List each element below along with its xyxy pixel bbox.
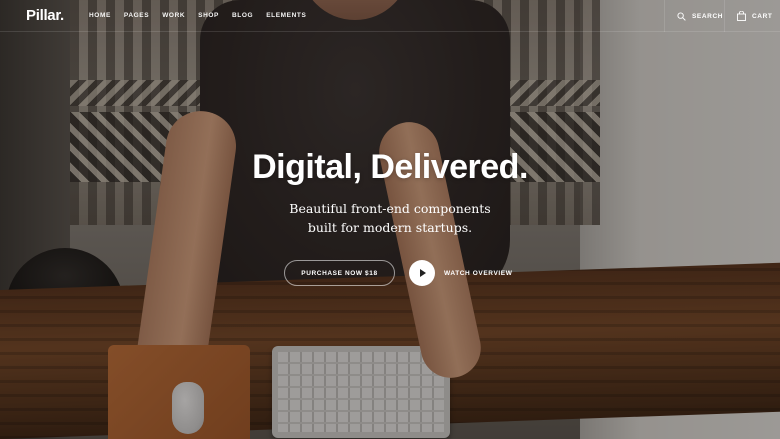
watch-overview-link[interactable]: WATCH OVERVIEW: [409, 259, 512, 287]
nav-item-shop[interactable]: SHOP: [198, 12, 219, 19]
main-menu: HOME PAGES WORK SHOP BLOG ELEMENTS: [89, 12, 319, 19]
nav-item-pages[interactable]: PAGES: [124, 12, 149, 19]
search-label: SEARCH: [692, 12, 724, 20]
nav-item-elements[interactable]: ELEMENTS: [266, 12, 306, 19]
cart-button[interactable]: CART: [724, 0, 780, 32]
purchase-button[interactable]: PURCHASE NOW $18: [284, 260, 395, 286]
bag-icon: [737, 11, 746, 21]
watch-overview-label: WATCH OVERVIEW: [444, 269, 513, 277]
nav-item-work[interactable]: WORK: [162, 12, 185, 19]
search-icon: [677, 11, 686, 21]
nav-item-blog[interactable]: BLOG: [232, 12, 253, 19]
play-icon: [420, 269, 426, 277]
play-button[interactable]: [409, 260, 435, 286]
hero-title: Digital, Delivered.: [252, 148, 528, 186]
nav-utilities: SEARCH CART: [664, 0, 780, 32]
hero-subtitle-line-2: built for modern startups.: [307, 220, 473, 235]
cart-label: CART: [752, 12, 773, 20]
search-button[interactable]: SEARCH: [664, 0, 724, 32]
logo[interactable]: Pillar.: [26, 7, 64, 24]
top-navbar: Pillar. HOME PAGES WORK SHOP BLOG ELEMEN…: [0, 0, 780, 32]
nav-item-home[interactable]: HOME: [89, 12, 111, 19]
hero-subtitle: Beautiful front-end components built for…: [0, 199, 780, 237]
hero-subtitle-line-1: Beautiful front-end components: [289, 201, 491, 216]
